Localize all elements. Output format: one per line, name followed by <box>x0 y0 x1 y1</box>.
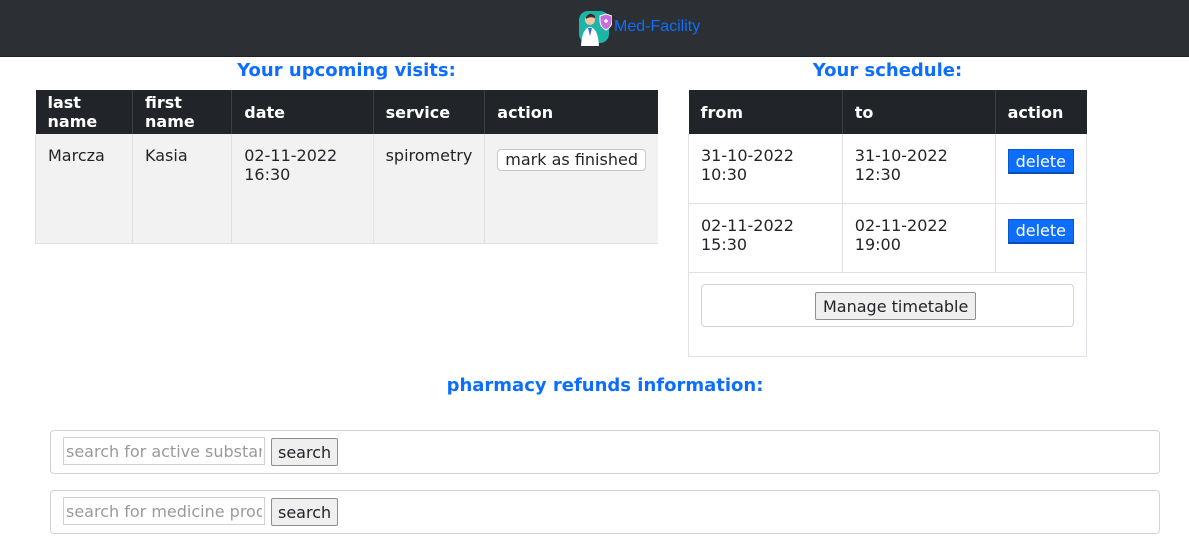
schedule-table: from to action 31-10-2022 10:30 31-10-20… <box>688 90 1088 273</box>
column-header-first-name: first name <box>132 90 233 134</box>
table-row: Marcza Kasia 02-11-2022 16:30 spirometry… <box>34 134 658 244</box>
delete-button[interactable]: delete <box>1007 149 1074 174</box>
schedule-to: 31-10-2022 12:30 <box>842 134 996 204</box>
column-header-from: from <box>688 90 843 134</box>
schedule-from: 31-10-2022 10:30 <box>688 134 843 204</box>
visit-first-name: Kasia <box>132 134 233 244</box>
visit-action-cell: mark as finished <box>484 134 658 244</box>
brand-name: Med-Facility <box>614 18 701 35</box>
schedule-header-row: from to action <box>688 90 1087 134</box>
visit-date: 02-11-2022 16:30 <box>231 134 374 244</box>
table-row: 02-11-2022 15:30 02-11-2022 19:00 delete <box>688 203 1088 273</box>
medicine-product-search-input[interactable] <box>63 497 265 525</box>
visits-table: last name first name date service action… <box>34 90 658 244</box>
table-row: 31-10-2022 10:30 31-10-2022 12:30 delete <box>688 134 1088 204</box>
column-header-last-name: last name <box>35 90 134 134</box>
visits-header-row: last name first name date service action <box>35 90 658 134</box>
schedule-action-cell: delete <box>995 203 1088 273</box>
schedule-from: 02-11-2022 15:30 <box>688 203 843 273</box>
column-header-action: action <box>484 90 658 134</box>
mark-as-finished-button[interactable]: mark as finished <box>497 149 646 171</box>
manage-timetable-box: Manage timetable <box>701 284 1074 327</box>
column-header-date: date <box>231 90 374 134</box>
visit-service: spirometry <box>373 134 486 244</box>
delete-button[interactable]: delete <box>1007 218 1074 244</box>
active-substance-search-button[interactable]: search <box>271 438 339 466</box>
brand-link[interactable]: Med-Facility <box>578 8 700 46</box>
column-header-to: to <box>842 90 996 134</box>
medicine-product-search-button[interactable]: search <box>271 498 339 526</box>
pharmacy-heading: pharmacy refunds information: <box>446 375 764 396</box>
manage-timetable-button[interactable]: Manage timetable <box>815 292 977 320</box>
navbar: Med-Facility <box>0 0 1189 57</box>
active-substance-search-form: search <box>50 430 1160 474</box>
column-header-action: action <box>995 90 1087 134</box>
visit-last-name: Marcza <box>34 134 134 244</box>
medicine-product-search-form: search <box>50 490 1160 534</box>
visits-heading: Your upcoming visits: <box>237 60 456 81</box>
schedule-heading: Your schedule: <box>812 60 963 81</box>
schedule-action-cell: delete <box>995 134 1088 204</box>
active-substance-search-input[interactable] <box>63 437 265 465</box>
manage-timetable-section: Manage timetable <box>688 271 1087 357</box>
schedule-to: 02-11-2022 19:00 <box>842 203 996 273</box>
doctor-shield-icon <box>579 11 612 46</box>
column-header-service: service <box>373 90 486 134</box>
